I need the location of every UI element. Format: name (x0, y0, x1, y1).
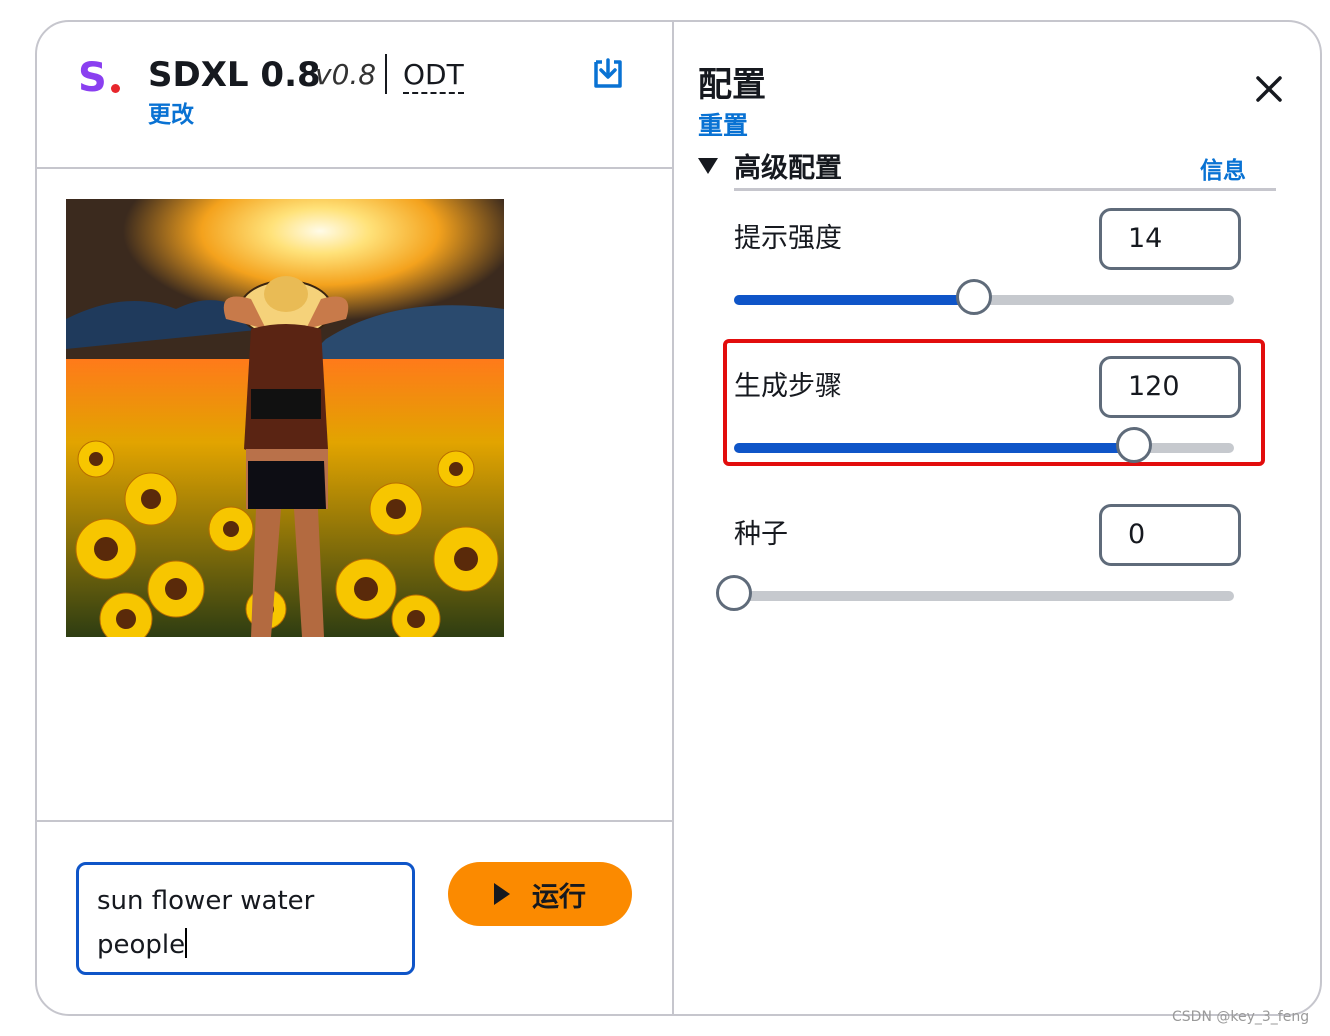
run-button-label: 运行 (532, 881, 586, 913)
prompt-strength-label: 提示强度 (734, 223, 842, 254)
prompt-input[interactable]: sun flower water people (76, 862, 415, 975)
info-link[interactable]: 信息 (1200, 156, 1246, 186)
slider-thumb[interactable] (1116, 427, 1152, 463)
play-icon (494, 883, 510, 905)
generation-steps-input[interactable]: 120 (1099, 356, 1241, 418)
slider-thumb[interactable] (956, 279, 992, 315)
seed-label: 种子 (734, 519, 788, 550)
prompt-strength-input[interactable]: 14 (1099, 208, 1241, 270)
header-separator (385, 54, 387, 94)
reset-link[interactable]: 重置 (698, 110, 748, 142)
prompt-text: sun flower water people (97, 886, 315, 960)
advanced-config-toggle[interactable]: 高级配置 (734, 152, 842, 186)
advanced-underline (734, 188, 1276, 191)
generation-steps-label: 生成步骤 (734, 371, 842, 402)
logo-dot (111, 84, 120, 93)
model-name: SDXL 0.8 (148, 55, 321, 95)
watermark: CSDN @key_3_feng (1172, 1009, 1310, 1025)
prompt-strength-slider[interactable] (734, 279, 1234, 315)
seed-slider[interactable] (716, 575, 1234, 611)
close-icon[interactable] (1250, 70, 1288, 108)
generated-image (66, 199, 504, 637)
caret-down-icon[interactable] (698, 158, 718, 174)
model-version: v0.8 (315, 58, 377, 91)
slider-fill (734, 295, 974, 305)
download-icon[interactable] (590, 56, 626, 92)
text-cursor (185, 928, 188, 958)
config-title: 配置 (698, 65, 766, 105)
seed-input[interactable]: 0 (1099, 504, 1241, 566)
generation-steps-slider[interactable] (734, 427, 1234, 463)
logo: S (78, 55, 107, 101)
prompt-divider (35, 820, 672, 822)
change-model-link[interactable]: 更改 (148, 100, 194, 130)
slider-fill (734, 443, 1134, 453)
slider-thumb[interactable] (716, 575, 752, 611)
header-divider (35, 167, 672, 169)
run-button[interactable]: 运行 (448, 862, 632, 926)
odt-label[interactable]: ODT (403, 58, 464, 94)
panel-divider (672, 20, 674, 1016)
